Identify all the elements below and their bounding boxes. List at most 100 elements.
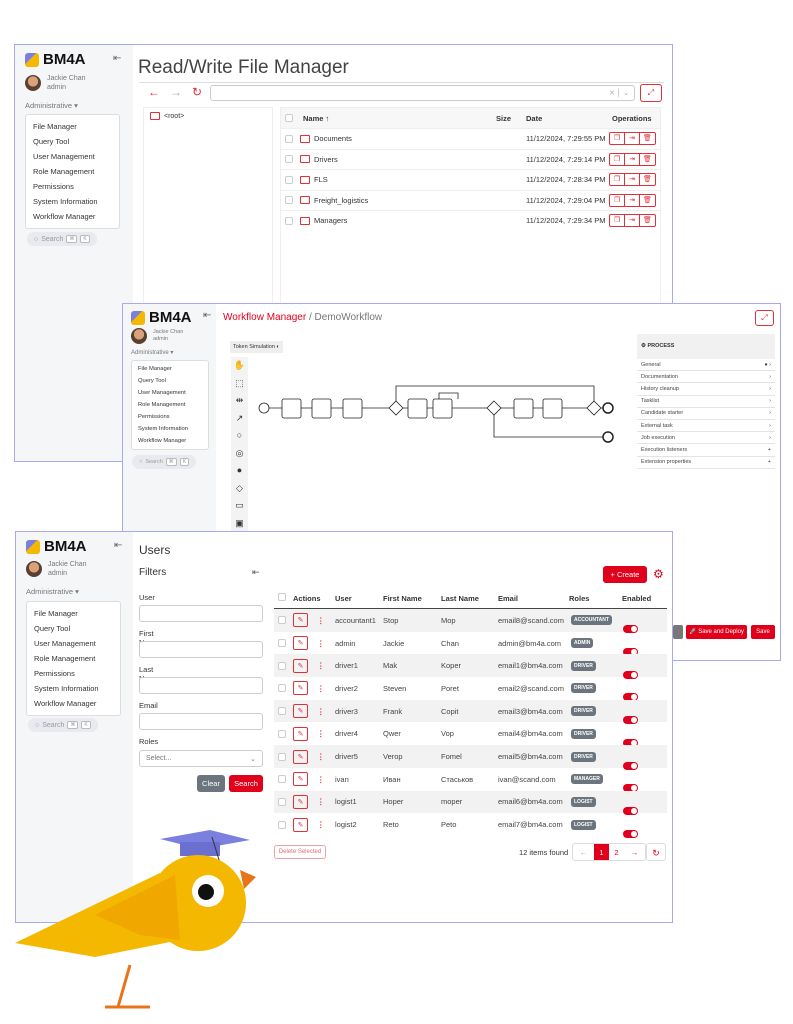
more-options-icon[interactable]: ⋮ [317,707,325,716]
more-options-icon[interactable]: ⋮ [317,616,325,625]
property-group-job-execution[interactable]: Job execution › [637,432,775,445]
row-checkbox[interactable] [278,729,286,738]
more-options-icon[interactable]: ⋮ [317,775,325,784]
more-options-icon[interactable]: ⋮ [317,684,325,693]
edit-button[interactable]: ✎ [293,704,308,719]
edit-button[interactable]: ✎ [293,794,308,809]
row-checkbox[interactable] [278,639,286,648]
path-input[interactable]: ✕ │ ⌄ [210,85,635,101]
trash-icon[interactable]: 🗑 [640,174,655,185]
file-name[interactable]: Documents [314,134,352,143]
collapse-sidebar-icon[interactable]: ⇤ [203,310,211,321]
move-icon[interactable]: ⇥ [625,215,640,227]
table-row[interactable]: ✎ ⋮ driver3 Frank Copit email3@bm4a.com DRIVER [274,699,667,725]
move-icon[interactable]: ⇥ [625,133,640,144]
copy-icon[interactable]: ❐ [610,215,625,227]
property-group-tasklist[interactable]: Tasklist › [637,396,775,408]
create-button[interactable]: + Create [603,566,647,583]
table-row[interactable]: ✎ ⋮ driver4 Qwer Vop email4@bm4a.com DRIVER [274,723,667,747]
collapse-filters-icon[interactable]: ⇤ [252,567,260,578]
edit-button[interactable]: ✎ [293,613,308,628]
settings-gear-icon[interactable]: ⚙ [653,567,664,581]
edit-button[interactable]: ✎ [293,817,308,832]
last-name-filter-input[interactable] [139,677,263,694]
sidebar-item-user-management[interactable]: User Management [138,387,202,399]
sidebar-item-workflow-manager[interactable]: Workflow Manager [33,209,112,224]
expand-icon[interactable]: ● › [764,362,771,368]
edit-button[interactable]: ✎ [293,749,308,764]
sidebar-item-file-manager[interactable]: File Manager [34,606,113,621]
space-tool-icon[interactable]: ⇹ [231,392,248,410]
sidebar-item-query-tool[interactable]: Query Tool [34,621,113,636]
table-row[interactable]: Documents 11/12/2024, 7:29:55 PM ❐ ⇥ 🗑 [281,128,660,148]
sidebar-item-query-tool[interactable]: Query Tool [33,134,112,149]
row-checkbox[interactable] [285,196,293,205]
sidebar-item-permissions[interactable]: Permissions [138,411,202,423]
sidebar-item-workflow-manager[interactable]: Workflow Manager [138,435,202,447]
expand-icon[interactable]: › [769,398,771,404]
select-all-checkbox[interactable] [278,593,286,601]
property-group-extension-properties[interactable]: Extension properties + [637,457,775,469]
clear-button[interactable]: Clear [197,775,225,792]
row-checkbox[interactable] [278,616,286,625]
roles-select[interactable]: Select... ⌄ [139,750,263,767]
intermediate-event-icon[interactable]: ◎ [231,445,248,463]
move-icon[interactable]: ⇥ [625,153,640,165]
administrative-dropdown[interactable]: Administrative ▾ [25,101,78,110]
property-group-documentation[interactable]: Documentation › [637,371,775,384]
search-button[interactable]: ○ Search ⌘ K [132,455,197,469]
property-group-external-task[interactable]: External task › [637,420,775,433]
table-row[interactable]: FLS 11/12/2024, 7:28:34 PM ❐ ⇥ 🗑 [281,169,660,189]
delete-selected-button[interactable]: Delete Selected [274,845,326,859]
search-filter-button[interactable]: Search [229,775,263,792]
page-2-button[interactable]: 2 [609,844,624,860]
search-button[interactable]: ○ Search ⌘ K [28,718,98,732]
trash-icon[interactable]: 🗑 [640,133,655,144]
property-group-general[interactable]: General ● › [637,359,775,372]
file-name[interactable]: Freight_logistics [314,196,368,205]
trash-icon[interactable]: 🗑 [640,195,655,206]
edit-button[interactable]: ✎ [293,726,308,741]
end-event-icon[interactable]: ● [231,462,248,480]
collapse-sidebar-icon[interactable]: ⇤ [113,53,121,64]
more-options-icon[interactable]: ⋮ [317,661,325,670]
edit-button[interactable]: ✎ [293,636,308,651]
administrative-dropdown[interactable]: Administrative ▾ [131,349,173,356]
file-name[interactable]: FLS [314,175,328,184]
sidebar-item-role-management[interactable]: Role Management [138,399,202,411]
row-checkbox[interactable] [285,175,293,184]
trash-icon[interactable]: 🗑 [640,215,655,226]
more-options-icon[interactable]: ⋮ [317,820,325,829]
save-button[interactable]: Save [751,625,775,639]
row-checkbox[interactable] [278,797,286,806]
email-filter-input[interactable] [139,713,263,730]
connect-tool-icon[interactable]: ↗ [231,410,248,428]
hand-tool-icon[interactable]: ✋ [231,357,248,375]
collapse-sidebar-icon[interactable]: ⇤ [114,540,122,551]
table-row[interactable]: Drivers 11/12/2024, 7:29:14 PM ❐ ⇥ 🗑 [281,148,660,169]
file-name[interactable]: Drivers [314,155,338,164]
sidebar-item-system-information[interactable]: System Information [34,681,113,696]
partial-button[interactable] [673,625,683,639]
table-row[interactable]: ✎ ⋮ logist2 Reto Peto email7@bm4a.com LOGIST [274,813,667,838]
expand-icon[interactable]: › [769,423,771,429]
sidebar-item-file-manager[interactable]: File Manager [33,119,112,134]
more-options-icon[interactable]: ⋮ [317,797,325,806]
more-options-icon[interactable]: ⋮ [317,639,325,648]
table-row[interactable]: ✎ ⋮ driver5 Verop Fomel email5@bm4a.com DRIVER [274,745,667,770]
sidebar-item-permissions[interactable]: Permissions [34,666,113,681]
row-checkbox[interactable] [278,661,286,670]
user-filter-input[interactable] [139,605,263,622]
copy-icon[interactable]: ❐ [610,174,625,186]
sidebar-item-file-manager[interactable]: File Manager [138,363,202,375]
subprocess-icon[interactable]: ▣ [231,515,248,533]
row-checkbox[interactable] [285,155,293,164]
sidebar-item-workflow-manager[interactable]: Workflow Manager [34,696,113,711]
row-checkbox[interactable] [285,216,293,225]
expand-icon[interactable]: + [768,447,771,453]
sidebar-item-query-tool[interactable]: Query Tool [138,375,202,387]
row-checkbox[interactable] [278,775,286,784]
trash-icon[interactable]: 🗑 [640,154,655,165]
forward-button[interactable]: → [170,85,182,99]
next-page-button[interactable]: → [624,844,645,860]
